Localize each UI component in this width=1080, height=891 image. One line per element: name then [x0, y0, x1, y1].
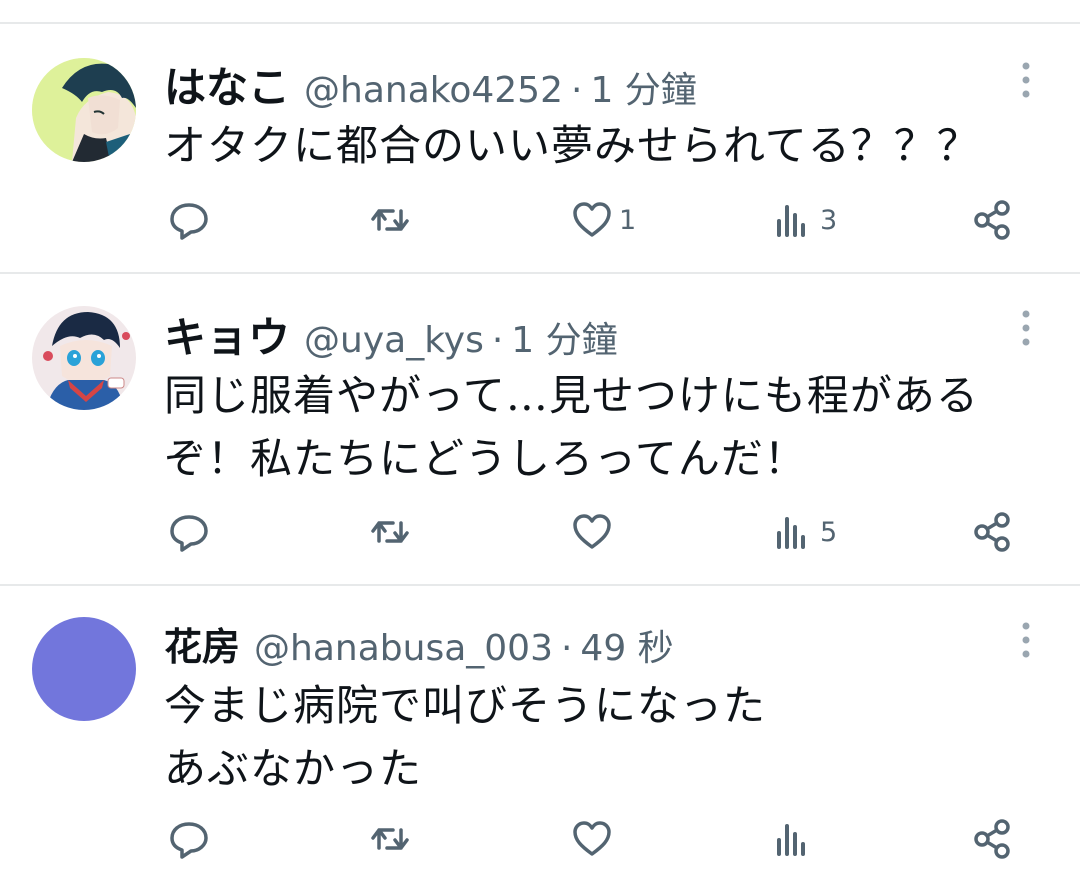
tweet-1[interactable]: はなこ @hanako4252 · 1 分鐘 オタクに都合のいい夢みせられてる？… [0, 24, 1080, 274]
more-icon[interactable] [1016, 620, 1036, 660]
display-name[interactable]: はなこ [164, 54, 290, 115]
retweet-button[interactable] [369, 510, 417, 554]
tweet-text: オタクに都合のいい夢みせられてる？？？ [164, 114, 1044, 177]
tweet-header: 花房 @hanabusa_003 · 49 秒 [164, 616, 674, 671]
like-button[interactable] [571, 817, 619, 861]
action-bar: 1 3 [0, 198, 1080, 242]
like-icon [573, 821, 611, 856]
timestamp[interactable]: 1 分鐘 [590, 61, 696, 113]
tweet-3[interactable]: 花房 @hanabusa_003 · 49 秒 今まじ病院で叫びそうになった あ… [0, 586, 1080, 891]
share-icon [974, 200, 1010, 240]
views-icon [777, 205, 805, 237]
reply-button[interactable] [168, 817, 216, 861]
reply-icon [170, 822, 208, 859]
retweet-button[interactable] [369, 198, 417, 242]
more-icon[interactable] [1016, 308, 1036, 348]
avatar[interactable] [32, 58, 136, 162]
tweet-text: 今まじ病院で叫びそうになった あぶなかった [164, 674, 1044, 800]
tweet-header: はなこ @hanako4252 · 1 分鐘 [164, 54, 697, 115]
tweet-text-line: オタクに都合のいい夢みせられてる？？？ [164, 121, 980, 170]
action-bar: 5 [0, 510, 1080, 554]
anime-boy-avatar-icon [32, 58, 136, 162]
like-count: 1 [619, 204, 637, 236]
like-icon [573, 202, 611, 237]
avatar[interactable] [32, 306, 136, 410]
display-name[interactable]: キョウ [164, 304, 290, 365]
reply-icon [170, 203, 208, 240]
like-button[interactable] [571, 510, 619, 554]
views-button[interactable]: 3 [772, 198, 837, 242]
view-count: 3 [820, 204, 838, 236]
tweet-header: キョウ @uya_kys · 1 分鐘 [164, 304, 618, 365]
solid-color-avatar-icon [32, 617, 136, 721]
more-icon[interactable] [1016, 60, 1036, 100]
share-button[interactable] [972, 817, 1014, 861]
user-handle[interactable]: @hanako4252 [304, 70, 563, 111]
views-icon [777, 517, 805, 549]
tweet-text-line: 同じ服着やがって…見せつけにも程がある [164, 371, 979, 420]
reply-icon [170, 515, 208, 552]
tweet-text-line: 今まじ病院で叫びそうになった [164, 681, 767, 730]
like-button[interactable]: 1 [571, 198, 636, 242]
views-icon [777, 824, 805, 856]
display-name[interactable]: 花房 [164, 616, 240, 671]
view-count: 5 [820, 516, 838, 548]
like-icon [573, 514, 611, 549]
reply-button[interactable] [168, 510, 216, 554]
tweet-text-line: あぶなかった [164, 744, 423, 793]
tweet-text: 同じ服着やがって…見せつけにも程がある ぞ！私たちにどうしろってんだ！ [164, 364, 1044, 490]
user-handle[interactable]: @hanabusa_003 [254, 628, 553, 669]
tweet-2[interactable]: キョウ @uya_kys · 1 分鐘 同じ服着やがって…見せつけにも程がある … [0, 274, 1080, 586]
retweet-icon [371, 828, 409, 850]
separator-dot: · [491, 320, 504, 361]
share-icon [974, 512, 1010, 552]
share-button[interactable] [972, 198, 1014, 242]
views-button[interactable]: 5 [772, 510, 837, 554]
retweet-icon [371, 209, 409, 231]
separator-dot: · [560, 628, 573, 669]
avatar[interactable] [32, 617, 136, 721]
reply-button[interactable] [168, 198, 216, 242]
share-icon [974, 819, 1010, 859]
views-button[interactable] [772, 817, 820, 861]
action-bar [0, 817, 1080, 861]
anime-character-avatar-icon [32, 306, 136, 410]
retweet-icon [371, 521, 409, 543]
user-handle[interactable]: @uya_kys [304, 320, 484, 361]
retweet-button[interactable] [369, 817, 417, 861]
separator-dot: · [570, 70, 583, 111]
timestamp[interactable]: 1 分鐘 [511, 311, 617, 363]
share-button[interactable] [972, 510, 1014, 554]
timestamp[interactable]: 49 秒 [580, 619, 673, 671]
tweet-text-line: ぞ！私たちにどうしろってんだ！ [164, 434, 807, 483]
